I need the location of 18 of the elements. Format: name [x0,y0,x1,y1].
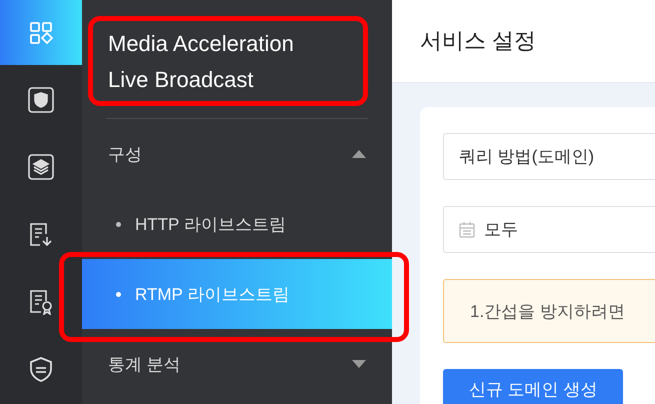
layers-icon [28,154,54,180]
menu-item[interactable]: HTTP 라이브스트림 [82,189,392,259]
caret-icon [352,360,366,368]
query-select[interactable]: 쿼리 방법(도메인) [443,133,655,180]
date-field[interactable]: 모두 [443,206,655,253]
document-badge-icon [28,288,54,315]
menu-group[interactable]: 통계 분석 [82,329,392,399]
notice-banner: 1.간섭을 방지하려면 [443,279,655,343]
grid-icon [29,20,53,45]
menu-group[interactable]: 구성 [82,119,392,189]
create-domain-button[interactable]: 신규 도메인 생성 [443,369,624,404]
document-download-icon [28,222,54,248]
shield-icon [28,86,54,113]
page-title: 서비스 설정 [420,27,536,55]
calendar-icon [459,222,475,238]
caret-icon [352,150,366,158]
product-title: Media Acceleration Live Broadcast [108,30,295,94]
shield-icon [28,356,54,382]
